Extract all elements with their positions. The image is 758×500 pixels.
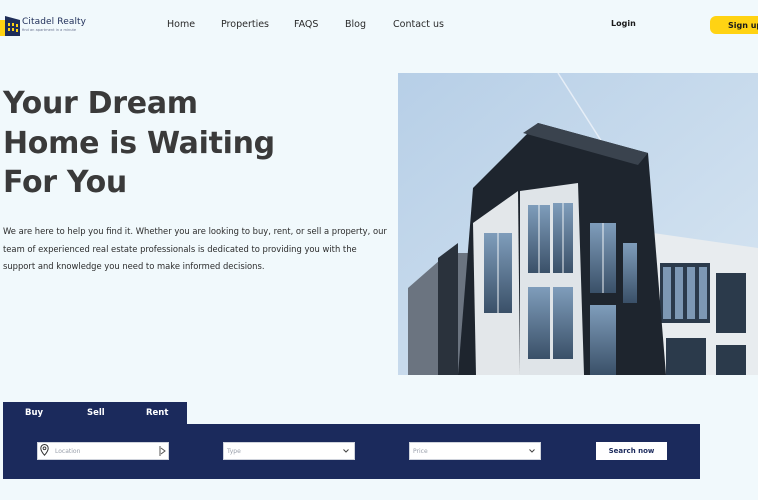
hero-title-line: Home is Waiting [3, 125, 275, 161]
chevron-down-icon [343, 449, 349, 453]
hero-title: Your Dream Home is Waiting For You [3, 84, 323, 203]
nav-blog[interactable]: Blog [345, 19, 366, 30]
nav-home[interactable]: Home [167, 19, 195, 30]
type-placeholder: Type [227, 447, 241, 455]
search-tabs: Buy Sell Rent [3, 402, 187, 426]
hero-building-image [398, 73, 758, 375]
signup-button[interactable]: Sign up [710, 16, 758, 34]
price-select[interactable]: Price [409, 442, 541, 460]
type-select[interactable]: Type [223, 442, 355, 460]
search-button[interactable]: Search now [596, 442, 667, 460]
brand-name: Citadel Realty [22, 17, 87, 27]
nav-properties[interactable]: Properties [221, 19, 269, 30]
locate-target-icon[interactable] [158, 446, 166, 456]
tab-sell[interactable]: Sell [87, 408, 105, 418]
location-field[interactable]: Location [37, 442, 169, 460]
hero-title-line: For You [3, 165, 127, 200]
location-placeholder: Location [55, 447, 81, 455]
building-logo-icon [0, 16, 20, 36]
tab-rent[interactable]: Rent [146, 408, 168, 418]
nav-faqs[interactable]: FAQS [294, 19, 318, 30]
price-placeholder: Price [413, 447, 428, 455]
hero-description: We are here to help you find it. Whether… [3, 226, 387, 271]
brand-tagline: find an apartment in a minute [22, 28, 77, 32]
hero-title-line: Your Dream [3, 86, 198, 121]
chevron-down-icon [529, 449, 535, 453]
nav-contact[interactable]: Contact us [393, 19, 444, 30]
location-pin-icon [40, 444, 49, 456]
tab-buy[interactable]: Buy [25, 408, 43, 418]
brand-logo[interactable]: Citadel Realty find an apartment in a mi… [0, 14, 86, 36]
login-button[interactable]: Login [611, 19, 636, 28]
